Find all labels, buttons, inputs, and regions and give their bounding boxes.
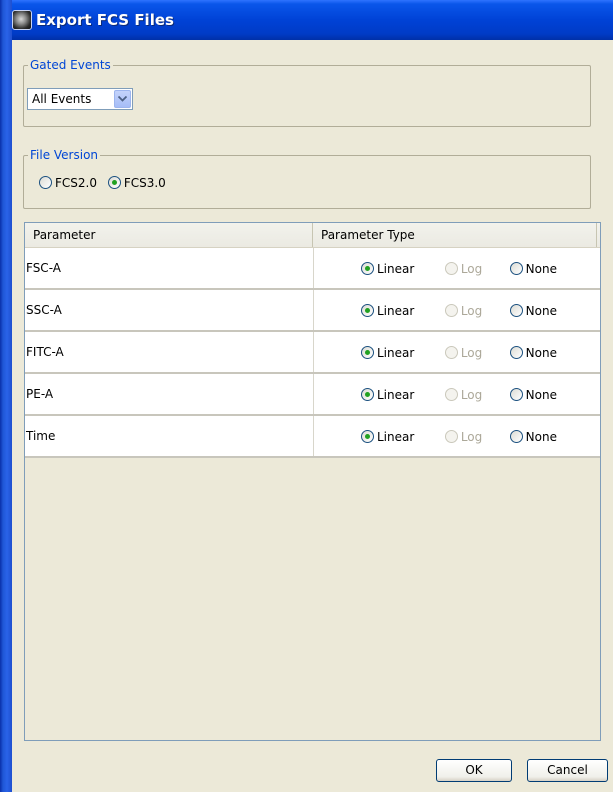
radio-log: Log [444, 345, 506, 360]
radio-none[interactable]: None [509, 387, 557, 402]
radio-icon[interactable] [509, 262, 523, 275]
radio-log-label: Log [460, 261, 483, 276]
column-divider [313, 248, 314, 288]
radio-log-label: Log [460, 303, 483, 318]
radio-log-label: Log [460, 429, 483, 444]
radio-icon[interactable] [107, 176, 121, 189]
gated-events-selected-value: All Events [32, 92, 92, 106]
radio-linear[interactable]: Linear [361, 387, 441, 402]
radio-log-label: Log [460, 387, 483, 402]
chevron-down-icon[interactable] [114, 90, 131, 108]
radio-linear[interactable]: Linear [361, 429, 441, 444]
radio-icon[interactable] [509, 430, 523, 443]
radio-fcs3-label: FCS3.0 [123, 175, 166, 190]
column-header-parameter[interactable]: Parameter [25, 223, 313, 247]
window-title: Export FCS Files [36, 11, 174, 29]
table-body: FSC-A Linear Log None SSC-A Linear Log N… [25, 248, 600, 458]
radio-none[interactable]: None [509, 303, 557, 318]
radio-linear-label: Linear [377, 303, 415, 318]
radio-none-label: None [525, 429, 557, 444]
gated-events-legend: Gated Events [28, 58, 113, 72]
radio-icon[interactable] [509, 346, 523, 359]
table-row: PE-A Linear Log None [25, 374, 600, 416]
parameter-type-options: Linear Log None [361, 387, 557, 402]
radio-icon[interactable] [509, 304, 523, 317]
radio-none[interactable]: None [509, 345, 557, 360]
radio-log: Log [444, 387, 506, 402]
file-version-options: FCS2.0 FCS3.0 [39, 175, 173, 190]
radio-icon[interactable] [39, 176, 52, 189]
column-divider [313, 332, 314, 372]
radio-icon [444, 346, 458, 359]
radio-icon[interactable] [361, 262, 374, 275]
radio-icon [444, 262, 458, 275]
radio-none[interactable]: None [509, 429, 557, 444]
column-divider [313, 416, 314, 456]
window-left-border [0, 0, 12, 792]
radio-log-label: Log [460, 345, 483, 360]
parameter-table: Parameter Parameter Type FSC-A Linear Lo… [24, 222, 601, 741]
radio-none-label: None [525, 345, 557, 360]
radio-icon[interactable] [509, 388, 523, 401]
parameter-type-options: Linear Log None [361, 345, 557, 360]
radio-none-label: None [525, 261, 557, 276]
radio-linear-label: Linear [377, 261, 415, 276]
radio-fcs2[interactable]: FCS2.0 [39, 175, 97, 190]
column-header-parameter-type[interactable]: Parameter Type [313, 223, 597, 247]
radio-icon [444, 430, 458, 443]
radio-linear-label: Linear [377, 429, 415, 444]
radio-icon[interactable] [361, 304, 374, 317]
radio-none-label: None [525, 303, 557, 318]
table-row: FITC-A Linear Log None [25, 332, 600, 374]
parameter-type-options: Linear Log None [361, 303, 557, 318]
radio-none[interactable]: None [509, 261, 557, 276]
file-version-legend: File Version [28, 148, 101, 162]
gated-events-select[interactable]: All Events [27, 88, 133, 110]
parameter-type-options: Linear Log None [361, 429, 557, 444]
radio-linear[interactable]: Linear [361, 345, 441, 360]
table-row: SSC-A Linear Log None [25, 290, 600, 332]
radio-log: Log [444, 303, 506, 318]
table-row: FSC-A Linear Log None [25, 248, 600, 290]
parameter-type-options: Linear Log None [361, 261, 557, 276]
radio-fcs2-label: FCS2.0 [55, 175, 97, 190]
radio-log: Log [444, 429, 506, 444]
radio-icon[interactable] [361, 388, 374, 401]
parameter-name: FSC-A [26, 261, 61, 275]
radio-icon [444, 388, 458, 401]
table-header: Parameter Parameter Type [25, 223, 600, 248]
gated-events-group: Gated Events All Events [23, 58, 591, 127]
radio-icon [444, 304, 458, 317]
radio-linear[interactable]: Linear [361, 261, 441, 276]
radio-fcs3[interactable]: FCS3.0 [107, 175, 166, 190]
column-divider [313, 290, 314, 330]
column-divider [313, 374, 314, 414]
table-row: Time Linear Log None [25, 416, 600, 458]
parameter-name: FITC-A [26, 345, 64, 359]
radio-log: Log [444, 261, 506, 276]
radio-icon[interactable] [361, 346, 374, 359]
parameter-name: SSC-A [26, 303, 62, 317]
file-version-group: File Version FCS2.0 FCS3.0 [23, 148, 591, 209]
radio-linear-label: Linear [377, 345, 415, 360]
radio-none-label: None [525, 387, 557, 402]
radio-linear[interactable]: Linear [361, 303, 441, 318]
parameter-name: Time [26, 429, 56, 443]
ok-button[interactable]: OK [436, 759, 512, 782]
app-icon[interactable] [12, 10, 32, 30]
cancel-button[interactable]: Cancel [527, 759, 608, 782]
radio-icon[interactable] [361, 430, 374, 443]
export-fcs-dialog: Export FCS Files Gated Events All Events… [0, 0, 613, 792]
parameter-name: PE-A [26, 387, 54, 401]
title-bar[interactable]: Export FCS Files [0, 0, 613, 40]
radio-linear-label: Linear [377, 387, 415, 402]
